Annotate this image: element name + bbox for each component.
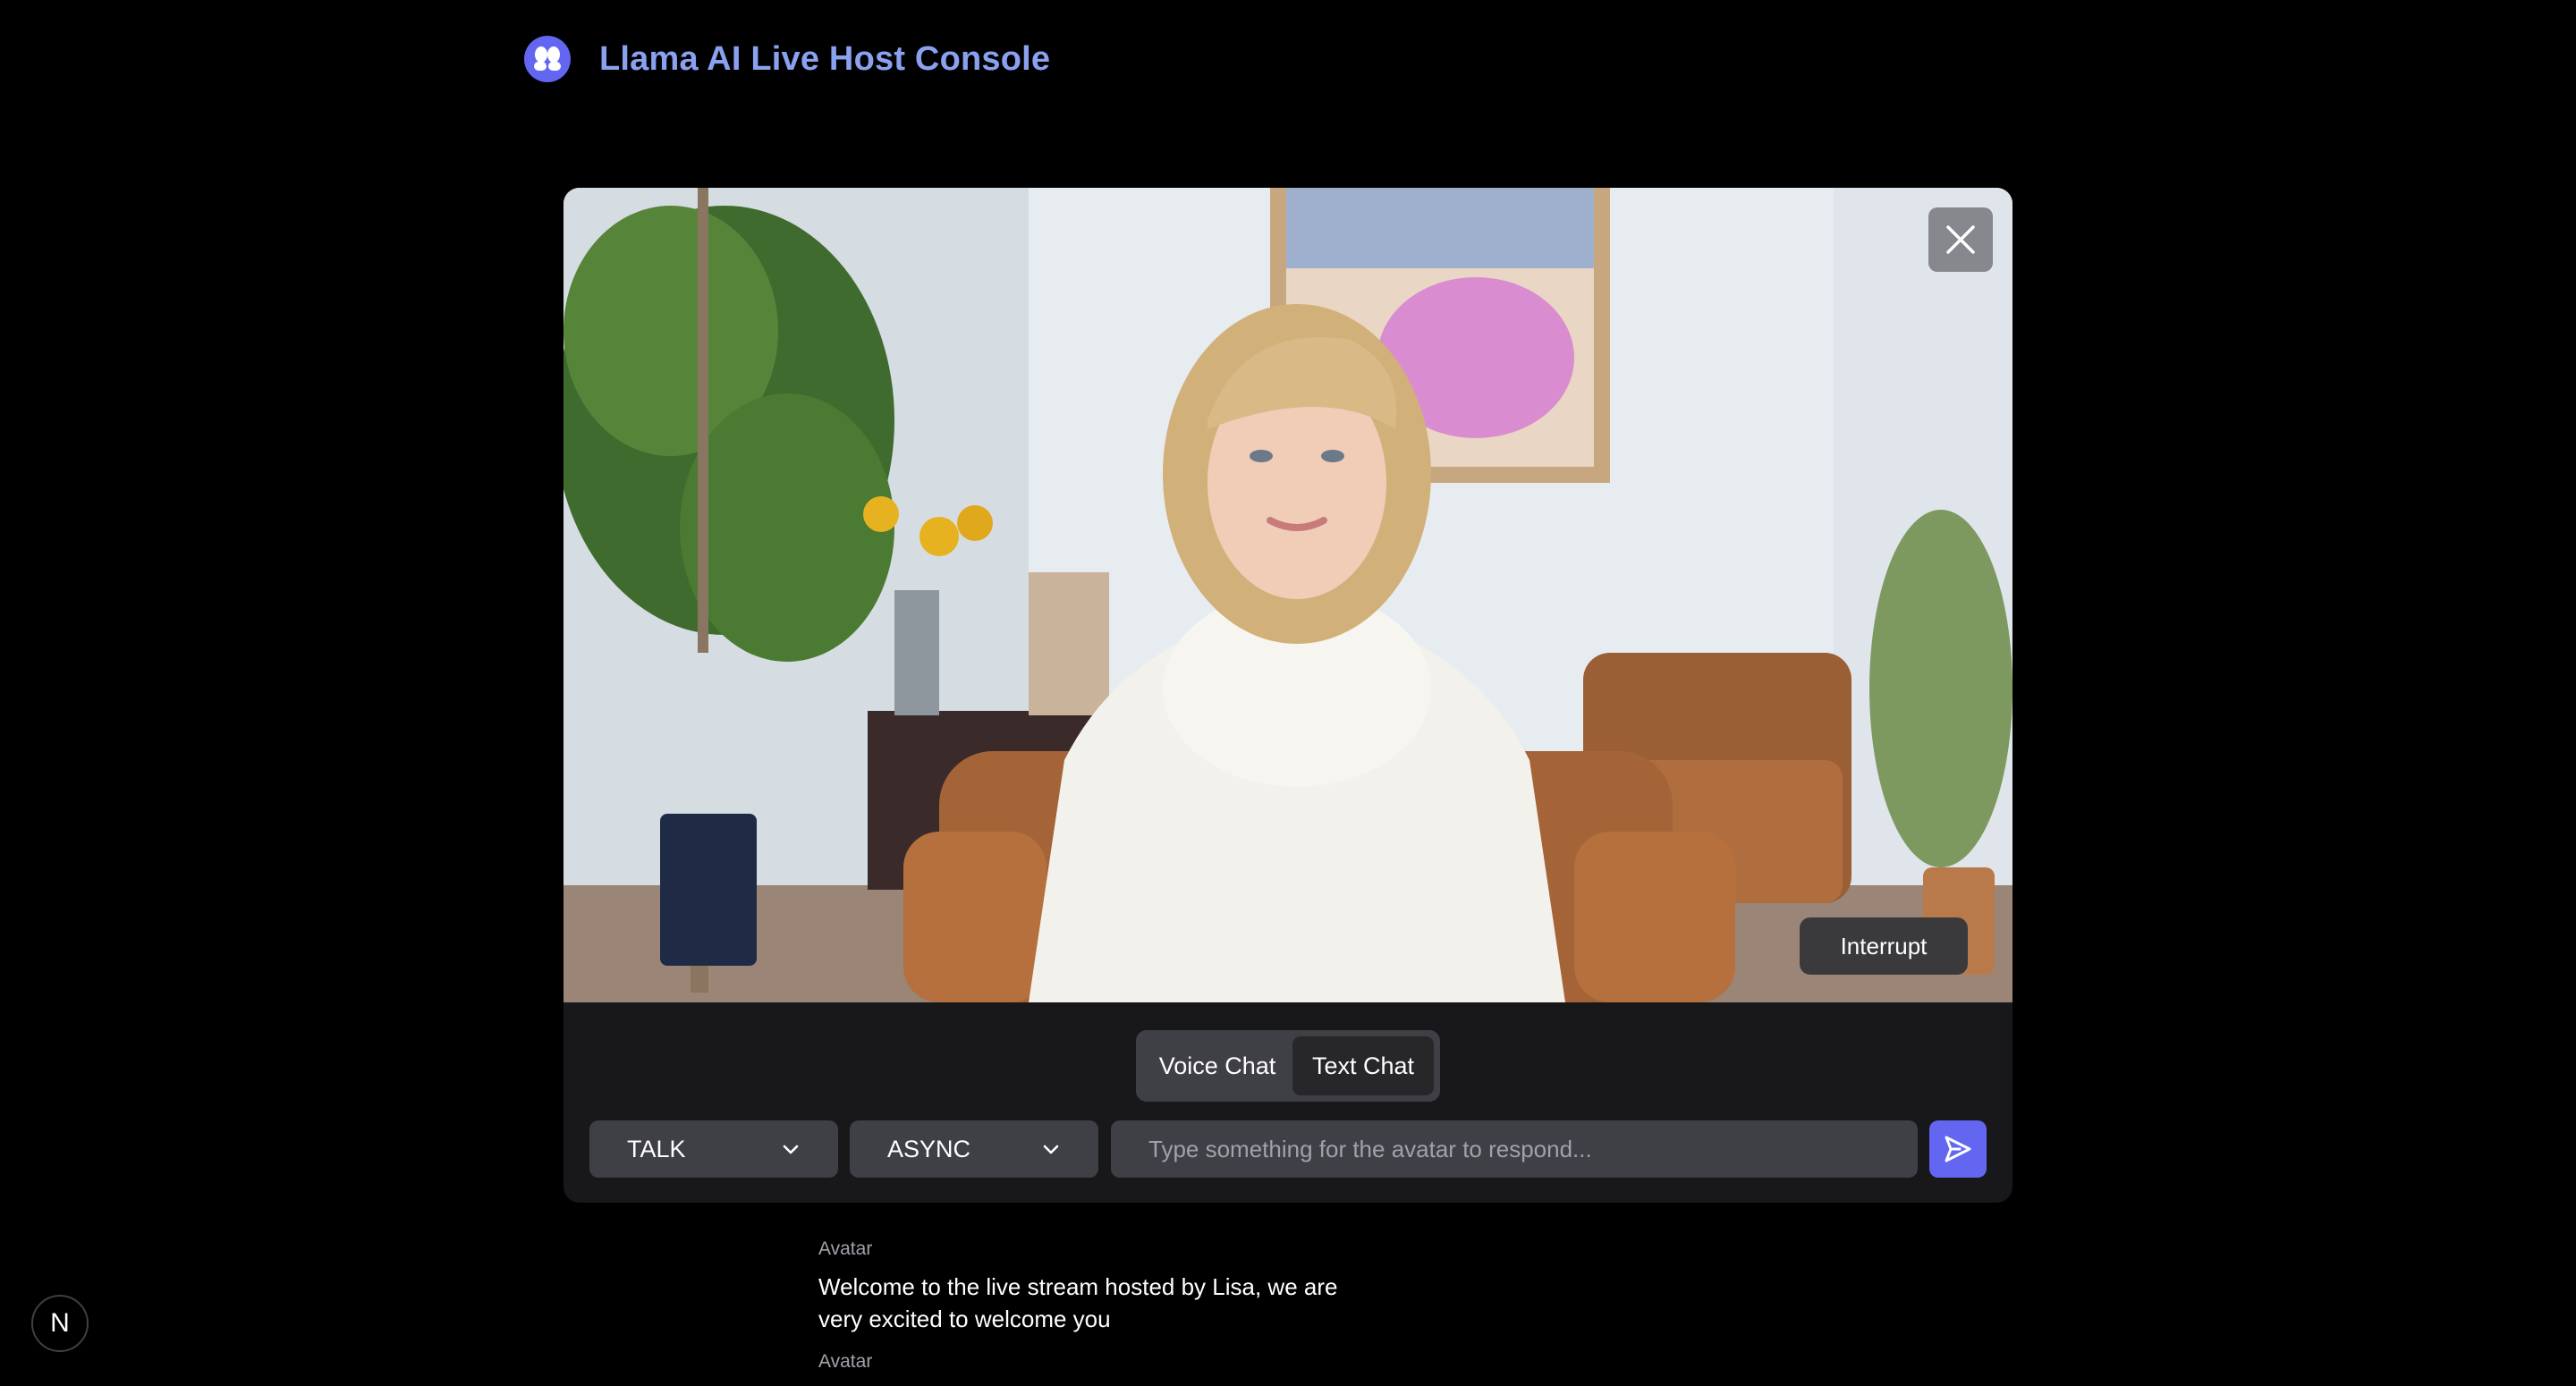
task-mode-value: ASYNC: [887, 1135, 971, 1162]
tab-voice-chat[interactable]: Voice Chat: [1142, 1036, 1292, 1095]
close-session-button[interactable]: [1928, 207, 1993, 272]
chat-mode-toggle: Voice Chat Text Chat: [1136, 1030, 1440, 1102]
interrupt-button[interactable]: Interrupt: [1800, 917, 1968, 975]
task-mode-select[interactable]: ASYNC: [850, 1120, 1098, 1178]
dev-tools-badge[interactable]: N: [31, 1295, 89, 1352]
chevron-down-icon: [783, 1145, 799, 1154]
app-title: Llama AI Live Host Console: [599, 39, 1051, 78]
task-type-select[interactable]: TALK: [589, 1120, 838, 1178]
app-logo-icon: [524, 36, 571, 82]
chat-messages: Avatar Welcome to the live stream hosted…: [818, 1238, 1373, 1383]
message-input[interactable]: [1111, 1120, 1918, 1178]
send-button[interactable]: [1929, 1120, 1987, 1178]
send-icon: [1945, 1136, 1971, 1162]
task-type-value: TALK: [627, 1135, 686, 1162]
avatar-video-frame: [564, 188, 2012, 1002]
chat-controls: TALK ASYNC: [589, 1120, 1987, 1178]
message-sender: Avatar: [818, 1351, 873, 1372]
tab-text-chat[interactable]: Text Chat: [1292, 1036, 1434, 1095]
message-sender: Avatar: [818, 1238, 873, 1259]
message-text: Welcome to the live stream hosted by Lis…: [818, 1273, 1338, 1332]
page: Llama AI Live Host Console Interrupt Voi…: [0, 0, 2576, 1386]
close-icon: [1946, 225, 1975, 254]
avatar-session-card: Interrupt Voice Chat Text Chat TALK ASYN…: [564, 188, 2012, 1203]
avatar-video: Interrupt: [564, 188, 2012, 1002]
chevron-down-icon: [1043, 1145, 1059, 1154]
app-header: Llama AI Live Host Console: [524, 34, 1050, 84]
